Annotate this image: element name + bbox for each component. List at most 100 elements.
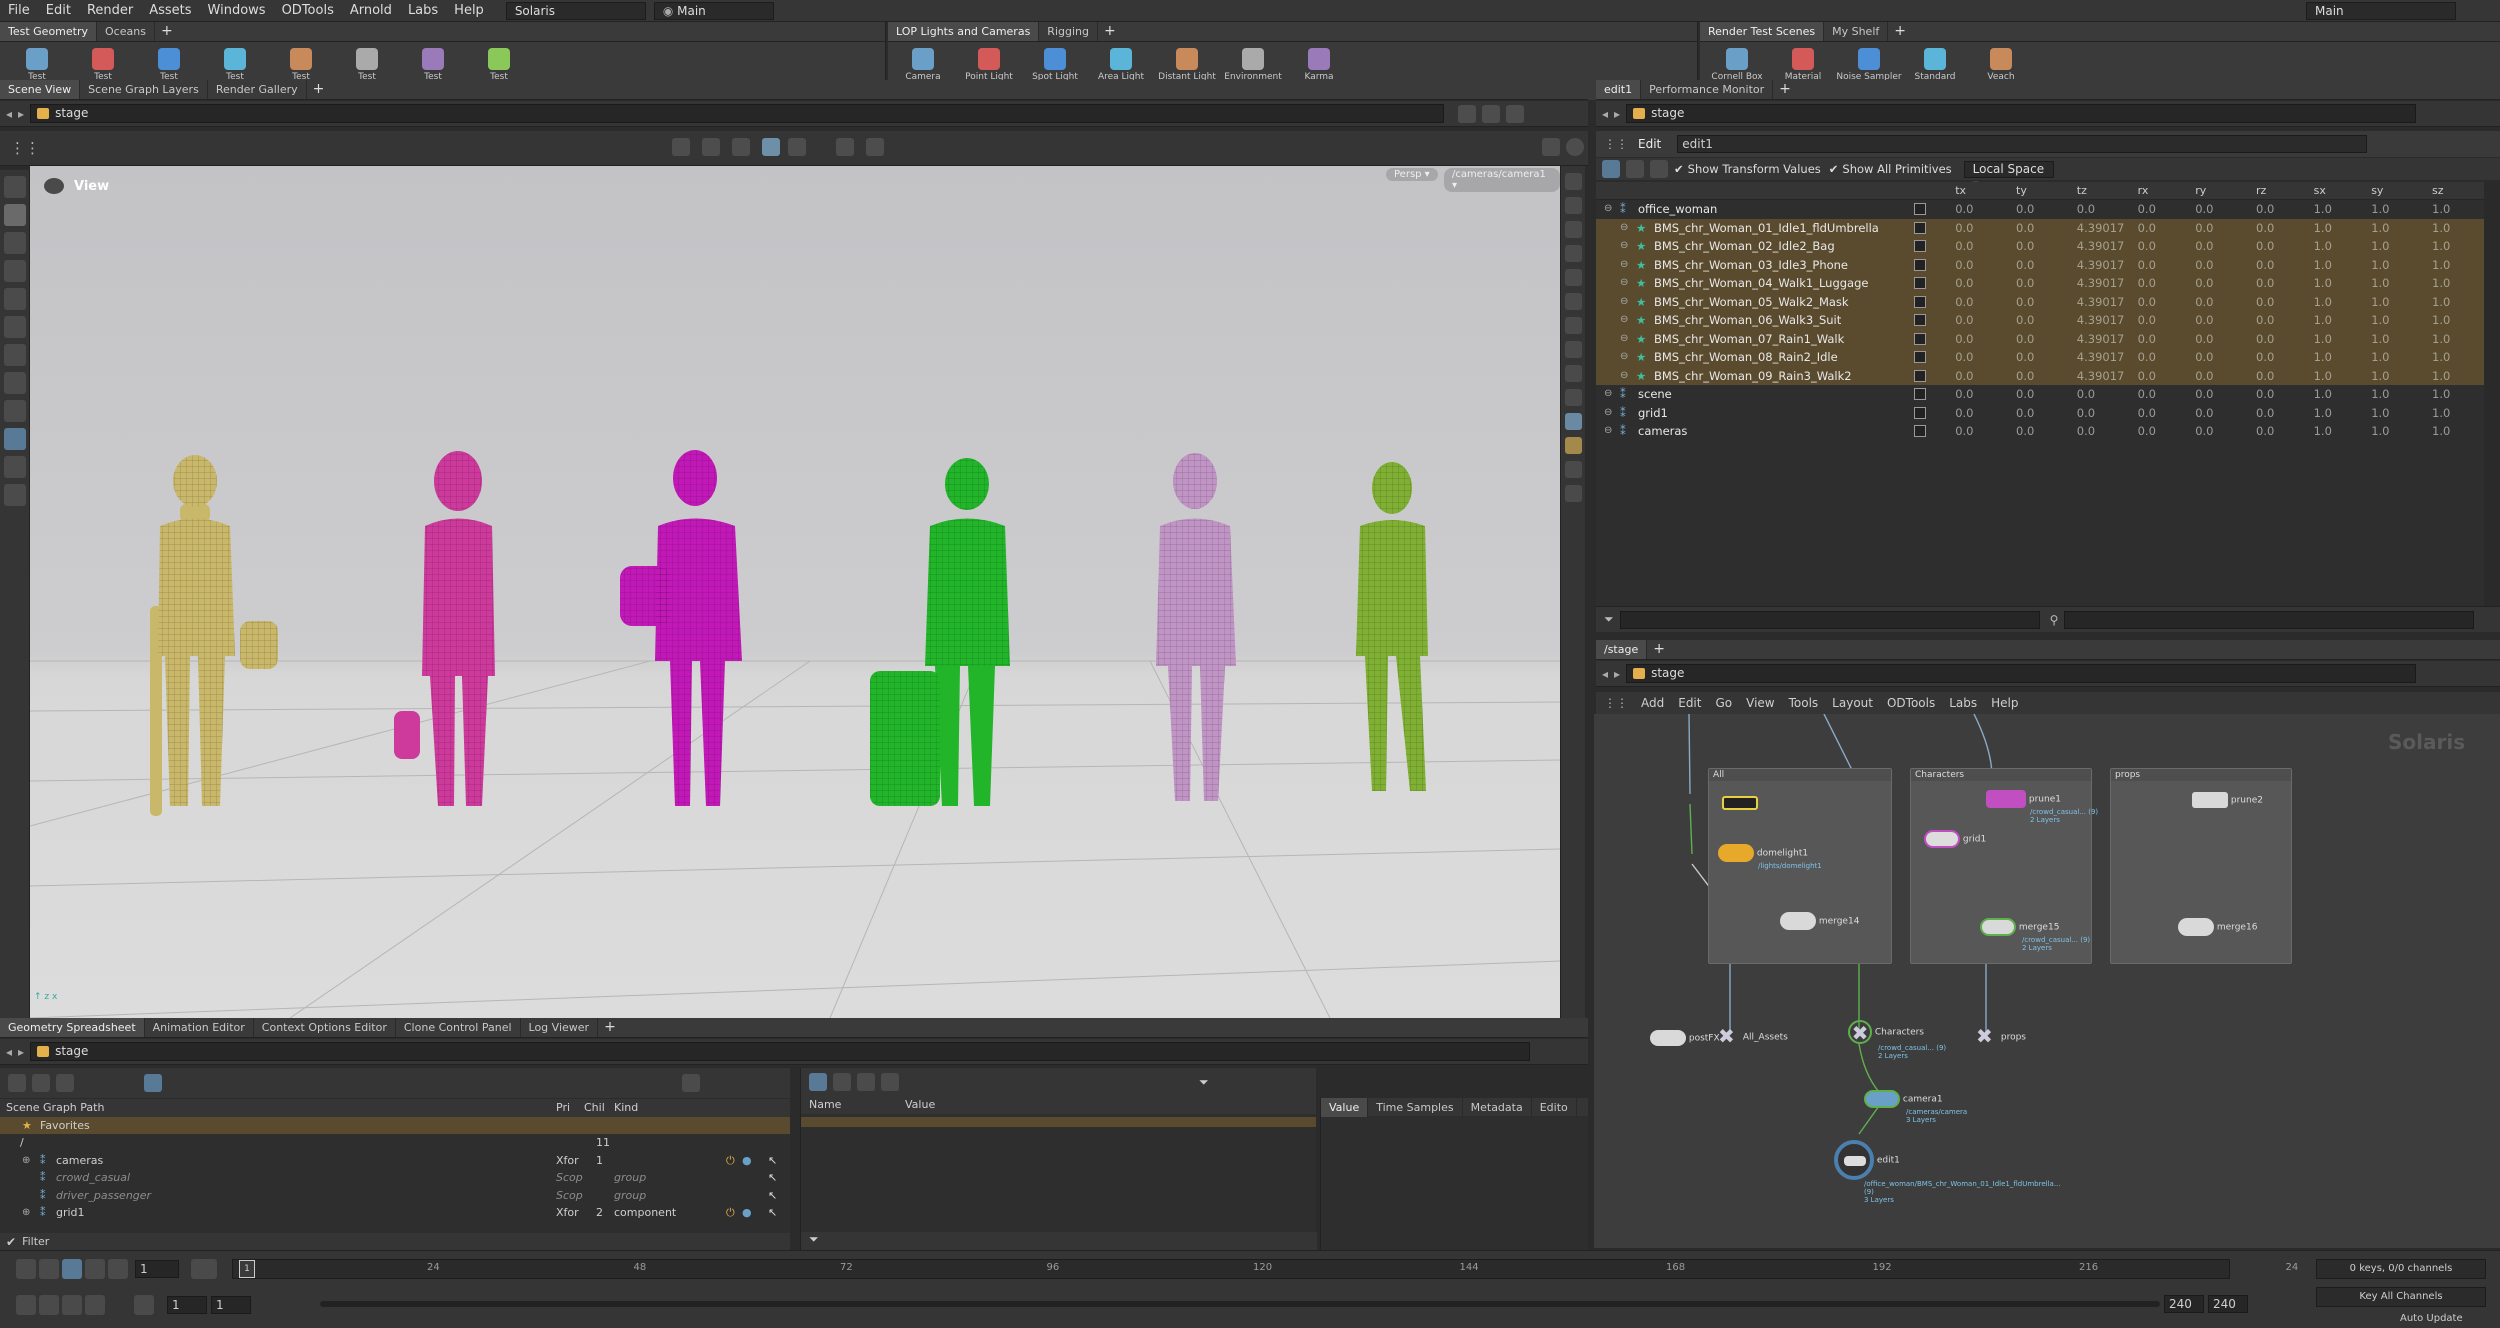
edit-row-value[interactable]: 1.0 [2371,256,2429,274]
edit-row-value[interactable]: 4.39017 [2077,330,2135,348]
edit-row-value[interactable]: 0.0 [2256,311,2314,329]
shelf-tab-right-0[interactable]: Render Test Scenes [1700,22,1825,41]
edit-row[interactable]: ⊖ ⁑ grid1 0.0 0.0 0.0 0.0 0.0 0.0 1.0 1.0 1.0 [1596,404,2484,423]
key-back-icon[interactable] [134,1295,154,1315]
edit-row-value[interactable]: 1.0 [2432,293,2490,311]
lock-camera-icon[interactable] [1565,197,1582,214]
sg-item-row[interactable]: ⊕ ⁑ grid1 Xfor 2 component ⏻ ● ↖ [0,1204,790,1222]
pose-tool-icon[interactable] [4,344,26,366]
sg-favorites-row[interactable]: ★ Favorites [0,1116,790,1134]
node-all-assets[interactable]: ✖ All_Assets [1718,1026,1788,1048]
edit-col-rz[interactable]: rz [2256,184,2266,197]
shelf-tab-mid-0[interactable]: LOP Lights and Cameras [888,22,1040,41]
edit-row-value[interactable]: 0.0 [2195,385,2253,403]
edit-row-value[interactable]: 0.0 [2077,200,2135,218]
edit-row-value[interactable]: 0.0 [2256,330,2314,348]
edit-row-value[interactable]: 1.0 [2432,422,2490,440]
props-view-icon-2[interactable] [833,1073,851,1091]
backface-icon[interactable] [1565,341,1582,358]
edit-row-value[interactable]: 0.0 [2016,367,2074,385]
edit-row-value[interactable]: 4.39017 [2077,256,2135,274]
edit-row[interactable]: ⊖ ★ BMS_chr_Woman_01_Idle1_fldUmbrella 0.0 0… [1596,218,2484,237]
move-icon[interactable] [1626,160,1644,178]
menu-render[interactable]: Render [79,0,141,22]
edit-col-tz[interactable]: tz [2077,184,2087,197]
edit-row-value[interactable]: 0.0 [1955,404,2013,422]
tab-bottom-2[interactable]: Context Options Editor [254,1018,396,1037]
edit-row-checkbox[interactable] [1914,221,1926,234]
edit-row-checkbox[interactable] [1914,314,1926,326]
shelf-tab-right-1[interactable]: My Shelf [1824,22,1889,41]
edit-row[interactable]: ⊖ ★ BMS_chr_Woman_07_Rain1_Walk 0.0 0.0 4.390… [1596,329,2484,348]
edit-row-value[interactable]: 0.0 [1955,367,2013,385]
viewport[interactable]: View Persp ▾ /cameras/camera1 ▾ ↑ z x [30,166,1560,1018]
visibility-toggle-icon[interactable]: ● [742,1204,752,1221]
expand-icon[interactable]: ⊖ [1604,200,1612,218]
sg-tool-icon-3[interactable] [56,1074,74,1092]
expand-icon[interactable]: ⊖ [1604,404,1612,422]
edit-row-value[interactable]: 1.0 [2314,330,2372,348]
select-mode-icon[interactable] [672,138,690,156]
edit-row-value[interactable]: 0.0 [2256,422,2314,440]
camera-link-icon[interactable] [732,138,750,156]
scale-tool-icon[interactable] [4,288,26,310]
edit-row-value[interactable]: 0.0 [2077,385,2135,403]
edit-col-sx[interactable]: sx [2314,184,2326,197]
network-menu-edit[interactable]: Edit [1671,696,1708,710]
edit-row-checkbox[interactable] [1914,203,1926,215]
edit-row-value[interactable]: 1.0 [2432,219,2490,237]
edit-row-value[interactable]: 1.0 [2314,293,2372,311]
node-domelight1[interactable]: domelight1/lights/domelight1 [1718,844,1822,870]
edit-row-value[interactable]: 0.0 [1955,385,2013,403]
snap-icon[interactable] [702,138,720,156]
expand-icon[interactable]: ⊖ [1620,293,1628,311]
step-back-icon[interactable] [39,1259,59,1279]
lock-tool-icon[interactable] [4,204,26,226]
start-frame-field-2[interactable]: 1 [211,1296,251,1314]
tab-bottom-0[interactable]: Geometry Spreadsheet [0,1018,145,1037]
props-view-icon-4[interactable] [881,1073,899,1091]
edit-row-value[interactable]: 1.0 [2314,237,2372,255]
key-all-channels-button[interactable]: Key All Channels [2316,1287,2486,1307]
visibility-icon[interactable] [1565,221,1582,238]
sg-root-row[interactable]: / 11 [0,1134,790,1152]
edit-row-value[interactable]: 0.0 [2256,237,2314,255]
edit-row-value[interactable]: 0.0 [2195,237,2253,255]
node-characters[interactable]: ✖ Characters/crowd_casual... (9) 2 Layers [1848,1020,1946,1060]
audio-icon[interactable] [85,1295,105,1315]
edit-row-value[interactable]: 1.0 [2314,311,2372,329]
edit-row-value[interactable]: 0.0 [2195,404,2253,422]
guides-icon[interactable] [1565,389,1582,406]
node-postfx[interactable]: postFX [1650,1030,1720,1046]
edit-row-value[interactable]: 0.0 [2195,293,2253,311]
forward-icon[interactable]: ▸ [18,1045,24,1059]
menu-file[interactable]: File [0,0,38,22]
edit-row-value[interactable]: 1.0 [2371,422,2429,440]
grid-menu-icon[interactable]: ⋮⋮ [1604,137,1628,151]
select-toggle-icon[interactable]: ↖ [768,1152,777,1169]
end-frame-field[interactable]: 240 [2164,1295,2204,1313]
woman-figure-1[interactable] [150,455,278,816]
menu-arnold[interactable]: Arnold [342,0,400,22]
edit-row-checkbox[interactable] [1914,240,1926,252]
normals-icon[interactable] [1565,485,1582,502]
network-menu-labs[interactable]: Labs [1942,696,1984,710]
edit-row[interactable]: ⊖ ★ BMS_chr_Woman_08_Rain2_Idle 0.0 0.0 4.390… [1596,348,2484,367]
edit-row-value[interactable]: 0.0 [2195,330,2253,348]
light-tool-icon[interactable] [4,400,26,422]
network-menu-go[interactable]: Go [1708,696,1739,710]
desktop-dropdown[interactable]: Solaris [505,1,646,20]
edit-row-value[interactable]: 0.0 [2256,404,2314,422]
back-icon[interactable]: ◂ [6,107,12,121]
value-tab-3[interactable]: Edito [1532,1097,1577,1117]
edit-row-value[interactable]: 0.0 [2138,219,2196,237]
edit-row-value[interactable]: 0.0 [2016,404,2074,422]
edit-row[interactable]: ⊖ ★ BMS_chr_Woman_06_Walk3_Suit 0.0 0.0 4.390… [1596,311,2484,330]
edit-row-checkbox[interactable] [1914,351,1926,363]
edit-row-value[interactable]: 1.0 [2432,330,2490,348]
back-icon[interactable]: ◂ [6,1045,12,1059]
edit-row-value[interactable]: 0.0 [1955,274,2013,292]
expand-icon[interactable]: ⊖ [1620,256,1628,274]
expand-icon[interactable]: ⊖ [1620,274,1628,292]
shading-mode-icon[interactable] [1565,269,1582,286]
